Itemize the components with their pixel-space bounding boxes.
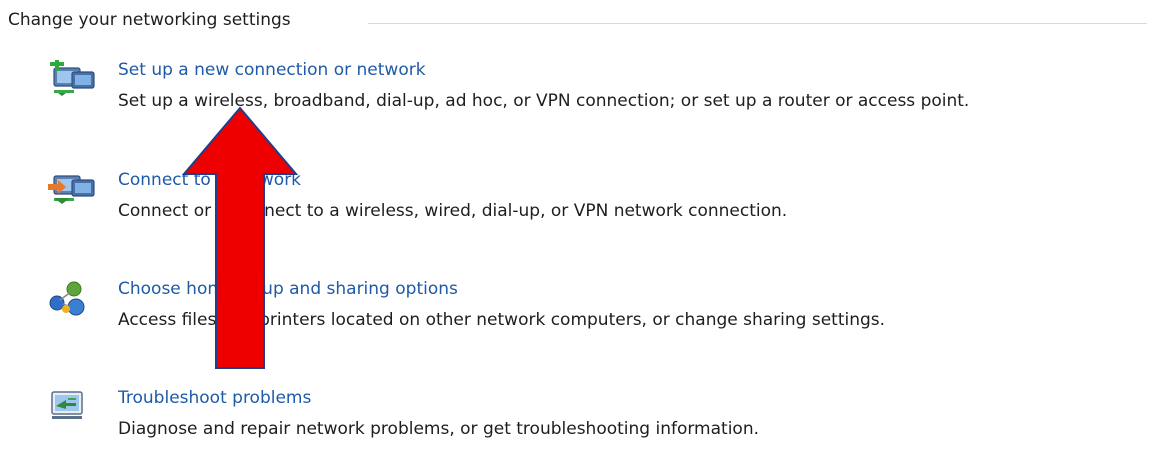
section-divider bbox=[368, 23, 1147, 24]
connect-network-icon[interactable] bbox=[46, 170, 100, 210]
homegroup-icon[interactable] bbox=[46, 279, 100, 319]
task-link[interactable]: Choose homegroup and sharing options bbox=[118, 279, 458, 299]
section-header: Change your networking settings bbox=[8, 10, 1147, 36]
new-connection-icon[interactable] bbox=[46, 60, 100, 100]
task-description: Connect or reconnect to a wireless, wire… bbox=[118, 201, 788, 221]
task-link[interactable]: Connect to a network bbox=[118, 170, 301, 190]
task-connect-network[interactable]: Connect to a network Connect or reconnec… bbox=[0, 170, 1153, 246]
section-title: Change your networking settings bbox=[8, 10, 291, 30]
task-description: Access files and printers located on oth… bbox=[118, 310, 886, 330]
task-homegroup[interactable]: Choose homegroup and sharing options Acc… bbox=[0, 279, 1153, 355]
task-description: Set up a wireless, broadband, dial-up, a… bbox=[118, 91, 970, 111]
task-link[interactable]: Set up a new connection or network bbox=[118, 60, 426, 80]
task-new-connection[interactable]: Set up a new connection or network Set u… bbox=[0, 60, 1153, 136]
task-troubleshoot[interactable]: Troubleshoot problems Diagnose and repai… bbox=[0, 388, 1153, 451]
task-link[interactable]: Troubleshoot problems bbox=[118, 388, 311, 408]
task-description: Diagnose and repair network problems, or… bbox=[118, 419, 760, 439]
troubleshoot-icon[interactable] bbox=[46, 388, 100, 428]
